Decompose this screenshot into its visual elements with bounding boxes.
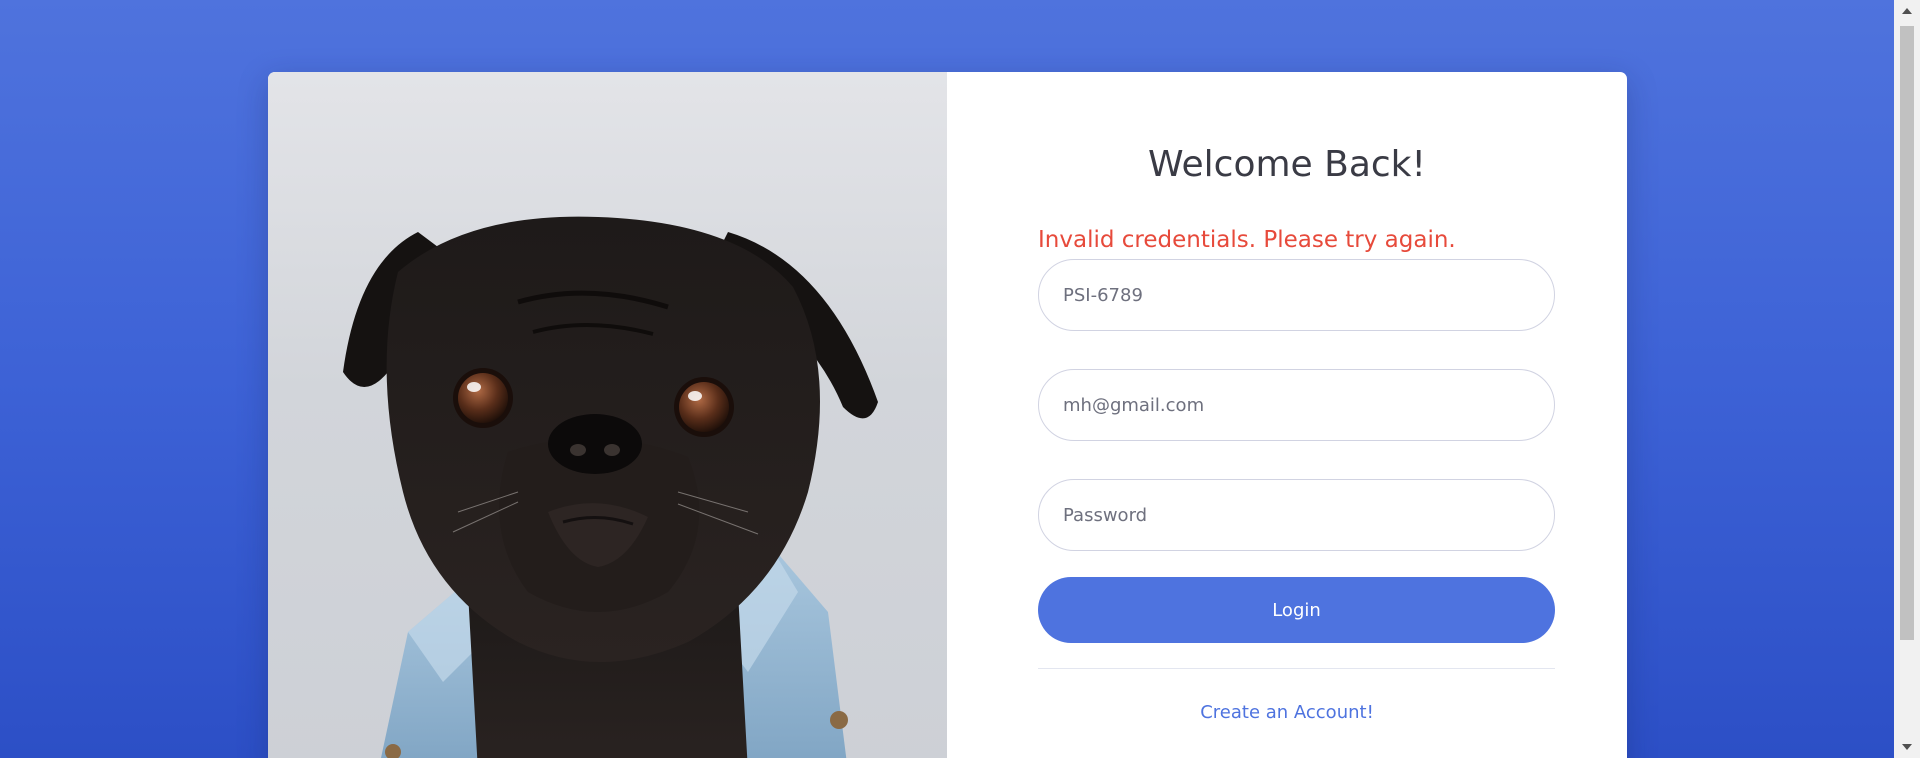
login-button[interactable]: Login [1038, 577, 1555, 643]
scroll-up-arrow-icon[interactable] [1902, 8, 1912, 14]
pug-photo [268, 72, 947, 758]
pug-illustration [343, 216, 878, 758]
divider [1038, 668, 1555, 669]
scroll-down-arrow-icon[interactable] [1902, 744, 1912, 750]
id-field[interactable] [1038, 259, 1555, 331]
page-title: Welcome Back! [1148, 144, 1426, 185]
password-field[interactable] [1038, 479, 1555, 551]
create-account-link[interactable]: Create an Account! [947, 700, 1627, 726]
login-card: Welcome Back! Invalid credentials. Pleas… [268, 72, 1627, 758]
vertical-scrollbar[interactable] [1894, 0, 1920, 758]
email-field[interactable] [1038, 369, 1555, 441]
page-background: Welcome Back! Invalid credentials. Pleas… [0, 0, 1920, 758]
error-message: Invalid credentials. Please try again. [1038, 227, 1456, 253]
login-form: Welcome Back! Invalid credentials. Pleas… [947, 72, 1627, 758]
scrollbar-thumb[interactable] [1900, 26, 1914, 640]
